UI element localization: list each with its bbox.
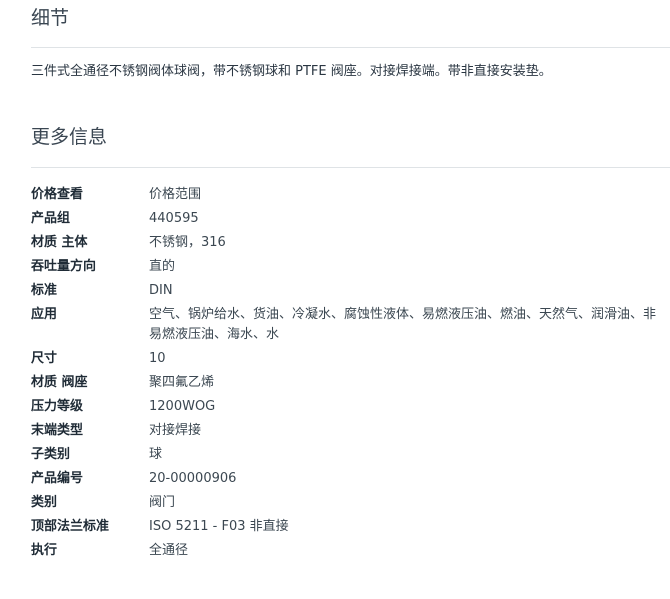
spec-value: 不锈钢，316 xyxy=(149,235,226,250)
spec-value: DIN xyxy=(149,283,173,298)
more-info-heading: 更多信息 xyxy=(31,126,108,148)
spec-value: 对接焊接 xyxy=(149,423,202,438)
spec-row-application: 应用 空气、锅炉给水、货油、冷凝水、腐蚀性液体、易燃液压油、燃油、天然气、润滑油… xyxy=(31,305,665,345)
spec-value: 聚四氟乙烯 xyxy=(149,375,215,390)
spec-label: 应用 xyxy=(31,307,58,322)
spec-value: 440595 xyxy=(149,211,199,226)
spec-row-subcategory: 子类别 球 xyxy=(31,445,665,465)
spec-value: 全通径 xyxy=(149,543,189,558)
spec-value: 阀门 xyxy=(149,495,176,510)
spec-label: 子类别 xyxy=(31,447,71,462)
spec-row-category: 类别 阀门 xyxy=(31,493,665,513)
spec-value: 直的 xyxy=(149,259,176,274)
spec-value: 球 xyxy=(149,447,163,462)
spec-row-product-number: 产品编号 20-00000906 xyxy=(31,469,665,489)
spec-value: 10 xyxy=(149,351,166,366)
spec-label: 压力等级 xyxy=(31,399,84,414)
spec-value: ISO 5211 - F03 非直接 xyxy=(149,519,289,534)
spec-row-top-flange-standard: 顶部法兰标准 ISO 5211 - F03 非直接 xyxy=(31,517,665,537)
spec-row-price-view: 价格查看 价格范围 xyxy=(31,185,665,205)
spec-label: 标准 xyxy=(31,283,58,298)
spec-row-standard: 标准 DIN xyxy=(31,281,665,301)
spec-row-execution: 执行 全通径 xyxy=(31,541,665,561)
product-description: 三件式全通径不锈钢阀体球阀，带不锈钢球和 PTFE 阀座。对接焊接端。带非直接安… xyxy=(31,64,552,79)
spec-label: 执行 xyxy=(31,543,58,558)
section-divider xyxy=(31,167,670,168)
spec-label: 尺寸 xyxy=(31,351,58,366)
spec-row-body-material: 材质 主体 不锈钢，316 xyxy=(31,233,665,253)
spec-row-product-group: 产品组 440595 xyxy=(31,209,665,229)
spec-label: 类别 xyxy=(31,495,58,510)
spec-label: 材质 主体 xyxy=(31,235,88,250)
spec-row-size: 尺寸 10 xyxy=(31,349,665,369)
spec-label: 产品编号 xyxy=(31,471,84,486)
spec-label: 顶部法兰标准 xyxy=(31,519,110,534)
spec-value: 1200WOG xyxy=(149,399,216,414)
spec-label: 价格查看 xyxy=(31,187,84,202)
spec-row-pressure-rating: 压力等级 1200WOG xyxy=(31,397,665,417)
section-divider xyxy=(31,47,670,48)
spec-row-seat-material: 材质 阀座 聚四氟乙烯 xyxy=(31,373,665,393)
spec-value: 价格范围 xyxy=(149,187,202,202)
spec-value: 空气、锅炉给水、货油、冷凝水、腐蚀性液体、易燃液压油、燃油、天然气、润滑油、非易… xyxy=(149,307,657,342)
spec-row-flow-direction: 吞吐量方向 直的 xyxy=(31,257,665,277)
spec-label: 产品组 xyxy=(31,211,71,226)
spec-row-end-type: 末端类型 对接焊接 xyxy=(31,421,665,441)
spec-value: 20-00000906 xyxy=(149,471,237,486)
spec-label: 材质 阀座 xyxy=(31,375,88,390)
spec-table: 价格查看 价格范围 产品组 440595 材质 主体 不锈钢，316 吞吐量方向… xyxy=(31,185,665,565)
details-heading: 细节 xyxy=(31,7,70,29)
spec-label: 吞吐量方向 xyxy=(31,259,97,274)
spec-label: 末端类型 xyxy=(31,423,84,438)
